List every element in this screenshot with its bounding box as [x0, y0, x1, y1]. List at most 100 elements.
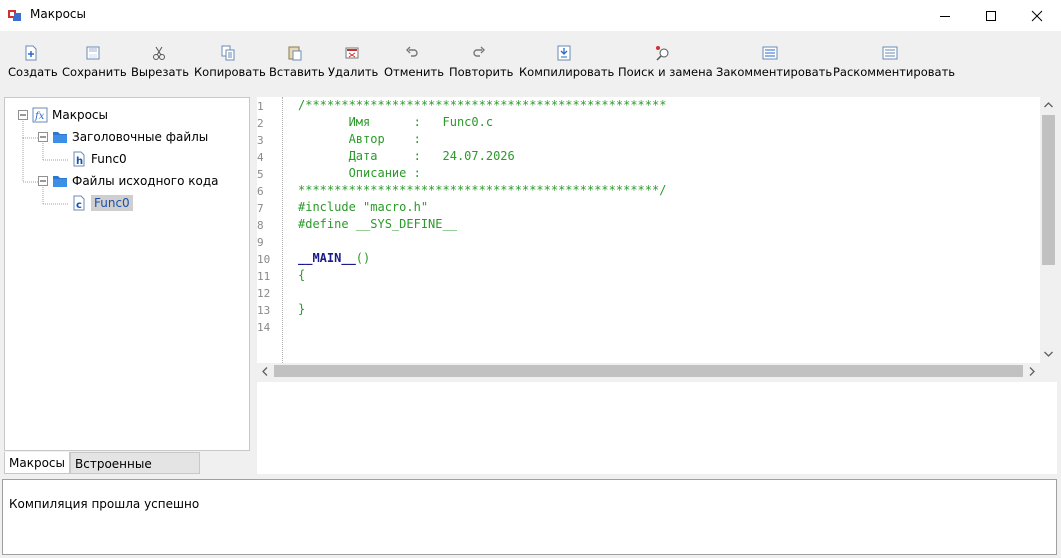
line-number: 9	[257, 236, 264, 249]
svg-text:c: c	[76, 200, 82, 211]
cut-button[interactable]: Вырезать	[131, 43, 189, 83]
save-icon	[86, 46, 100, 60]
toolbar: Создать Сохранить Вырезать Копировать Вс…	[0, 31, 1061, 93]
vertical-scroll-thumb[interactable]	[1042, 115, 1055, 265]
tree-folder-headers[interactable]: Заголовочные файлы	[38, 128, 208, 146]
copy-button[interactable]: Копировать	[194, 43, 266, 83]
scroll-down-icon[interactable]	[1044, 351, 1053, 357]
line-number-gutter: 1 2 3 4 5 6 7 8 9 10 11 12 13 14	[257, 97, 281, 363]
folder-icon	[53, 132, 67, 143]
paste-label: Вставить	[269, 65, 325, 79]
collapse-icon[interactable]	[18, 110, 28, 120]
tree-root-macros[interactable]: fx Макросы	[18, 106, 108, 124]
scroll-up-icon[interactable]	[1044, 102, 1053, 108]
line-number: 14	[257, 321, 271, 334]
cut-label: Вырезать	[131, 65, 189, 79]
line-number: 7	[257, 202, 264, 215]
svg-text:fx: fx	[34, 111, 45, 122]
code-line-main: __MAIN__()	[298, 251, 370, 265]
delete-button[interactable]: Удалить	[328, 43, 379, 83]
horizontal-scroll-thumb[interactable]	[274, 365, 1023, 377]
uncomment-icon	[882, 46, 898, 60]
line-number: 4	[257, 151, 264, 164]
line-number: 6	[257, 185, 264, 198]
redo-icon	[473, 46, 485, 57]
comment-button[interactable]: Закомментировать	[716, 43, 832, 83]
tree-label: Func0	[91, 195, 133, 211]
scroll-left-icon[interactable]	[262, 367, 268, 376]
undo-icon	[406, 46, 418, 57]
macro-tree: fx Макросы Заголовочные файлы h Func0 Фа…	[4, 97, 250, 451]
delete-icon	[345, 47, 359, 59]
create-label: Создать	[8, 65, 58, 79]
line-number: 12	[257, 287, 271, 300]
line-number: 2	[257, 117, 264, 130]
horizontal-scrollbar[interactable]	[257, 363, 1040, 379]
minimize-button[interactable]	[922, 0, 968, 31]
copy-label: Копировать	[194, 65, 266, 79]
compile-label: Компилировать	[519, 65, 615, 79]
code-line: #define __SYS_DEFINE__	[298, 217, 457, 231]
line-number: 13	[257, 304, 271, 317]
editor-blank-area	[257, 382, 1057, 474]
gutter-separator	[282, 97, 283, 363]
compile-button[interactable]: Компилировать	[519, 43, 615, 83]
collapse-icon[interactable]	[38, 132, 48, 142]
line-number: 5	[257, 168, 264, 181]
save-button[interactable]: Сохранить	[62, 43, 127, 83]
collapse-icon[interactable]	[38, 176, 48, 186]
close-button[interactable]	[1014, 0, 1060, 31]
close-icon	[1031, 10, 1043, 21]
redo-button[interactable]: Повторить	[449, 43, 514, 83]
tree-label: Func0	[91, 152, 127, 166]
scroll-right-icon[interactable]	[1029, 367, 1035, 376]
line-number: 11	[257, 270, 271, 283]
tree-file-source-func0[interactable]: c Func0	[71, 194, 133, 212]
code-line: #include "macro.h"	[298, 200, 429, 214]
line-number: 1	[257, 100, 264, 113]
delete-label: Удалить	[328, 65, 379, 79]
tree-file-header-func0[interactable]: h Func0	[71, 150, 127, 168]
code-line: Имя : Func0.c	[298, 115, 494, 129]
maximize-button[interactable]	[968, 0, 1014, 31]
uncomment-button[interactable]: Раскомментировать	[833, 43, 956, 83]
create-button[interactable]: Создать	[8, 43, 58, 83]
code-line: Описание :	[298, 166, 421, 180]
tab-builtin-functions[interactable]: Встроенные функции	[70, 452, 200, 493]
uncomment-label: Раскомментировать	[833, 65, 956, 79]
output-panel: Компиляция прошла успешно	[2, 479, 1057, 555]
window-title: Макросы	[30, 7, 86, 21]
comment-icon	[762, 46, 778, 60]
main-parens: ()	[355, 251, 371, 265]
code-line: Дата : 24.07.2026	[298, 149, 515, 163]
find-replace-button[interactable]: Поиск и замена	[618, 43, 713, 83]
redo-label: Повторить	[449, 65, 514, 79]
code-line: }	[298, 302, 306, 316]
folder-icon	[53, 176, 67, 187]
code-editor[interactable]: 1 2 3 4 5 6 7 8 9 10 11 12 13 14 /******…	[257, 97, 1057, 379]
scrollbar-corner	[1040, 363, 1057, 379]
paste-icon	[288, 46, 302, 61]
tab-macros[interactable]: Макросы	[4, 452, 70, 474]
undo-label: Отменить	[384, 65, 444, 79]
paste-button[interactable]: Вставить	[269, 43, 325, 83]
app-icon	[8, 10, 21, 21]
undo-button[interactable]: Отменить	[384, 43, 444, 83]
find-replace-icon	[656, 46, 669, 61]
code-line: /***************************************…	[298, 98, 667, 112]
output-message: Компиляция прошла успешно	[9, 497, 200, 511]
svg-text:h: h	[76, 156, 83, 167]
tree-folder-sources[interactable]: Файлы исходного кода	[38, 172, 218, 190]
new-file-icon	[25, 45, 37, 61]
code-line: Автор :	[298, 132, 421, 146]
main-keyword: __MAIN__	[298, 251, 356, 265]
function-icon: fx	[32, 107, 48, 123]
find-replace-label: Поиск и замена	[618, 65, 713, 79]
tree-label: Макросы	[52, 108, 108, 122]
header-file-icon: h	[73, 151, 85, 167]
source-file-icon: c	[73, 195, 85, 211]
scissors-icon	[153, 46, 165, 60]
save-label: Сохранить	[62, 65, 127, 79]
code-line: ****************************************…	[298, 183, 667, 197]
vertical-scrollbar[interactable]	[1040, 97, 1057, 363]
